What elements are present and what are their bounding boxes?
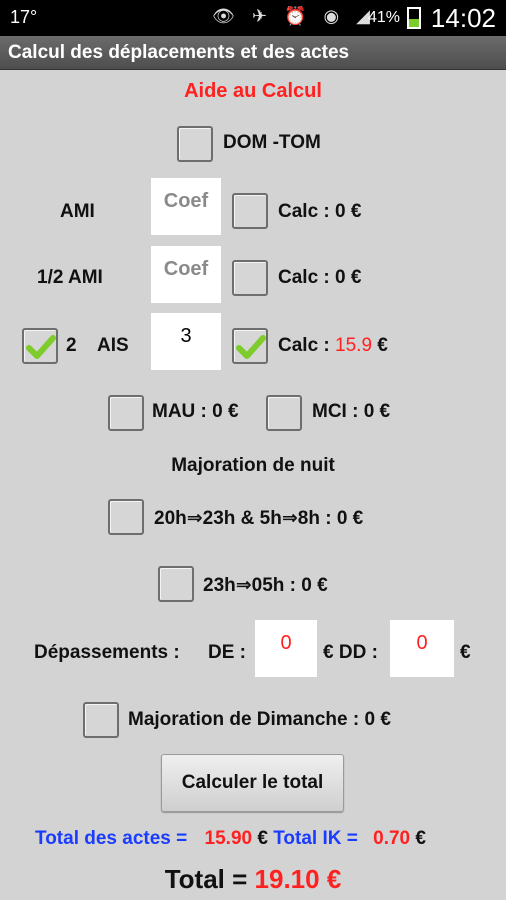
mau-checkbox[interactable] [108,395,144,431]
total-actes-value: 15.90 [204,828,253,849]
battery-percent: 41% [367,9,400,26]
total-actes-label: Total des actes = [35,828,188,849]
status-bar: 17° 👁 ✈ ⏰ ◉ ◢ 41% 14:02 [0,0,506,36]
dimanche-checkbox[interactable] [83,702,119,738]
night-option2-label: 23h⇒05h : 0 € [203,575,328,596]
ais-count: 2 [66,335,77,356]
ais-calc-label: Calc : 15.9 € [278,335,388,357]
ais-checkbox[interactable] [22,328,58,364]
ais-label: AIS [97,335,129,356]
de-input[interactable]: 0 [255,620,317,677]
grand-total: Total = 19.10 € [0,864,506,895]
total-actes-currency: € [257,828,268,849]
dom-tom-label: DOM -TOM [223,132,321,153]
ami-calc-label: Calc : 0 € [278,201,362,222]
weather-indicator: 17° [10,7,38,27]
night-title: Majoration de nuit [171,455,335,476]
mci-checkbox[interactable] [266,395,302,431]
ami-calc-checkbox[interactable] [232,193,268,229]
page-heading: Aide au Calcul [184,80,322,102]
grand-total-value: 19.10 € [254,864,342,894]
total-ik-currency: € [415,828,426,849]
totals-line: Total des actes = 15.90 € Total IK = 0.7… [35,828,426,850]
night-option1-checkbox[interactable] [108,499,144,535]
ais-calc-prefix: Calc : [278,335,330,356]
dd-label: € DD : [323,642,378,663]
ais-value-input[interactable]: 3 [151,313,221,370]
ami-label: AMI [60,201,95,222]
checkmark-icon [236,335,266,359]
half-ami-label: 1/2 AMI [37,267,103,288]
ais-calc-suffix: € [377,335,388,356]
mci-label: MCI : 0 € [312,401,391,422]
ais-calc-value: 15.9 [335,335,373,356]
half-ami-calc-checkbox[interactable] [232,260,268,296]
night-option1-label: 20h⇒23h & 5h⇒8h : 0 € [154,508,364,529]
app-title-bar: Calcul des déplacements et des actes [0,36,506,70]
checkmark-icon [26,335,56,359]
dd-input[interactable]: 0 [390,620,454,677]
calculate-total-button[interactable]: Calculer le total [161,754,344,812]
grand-total-label: Total = [164,864,248,894]
half-ami-calc-label: Calc : 0 € [278,267,362,288]
dimanche-label: Majoration de Dimanche : 0 € [128,709,391,730]
half-ami-coef-input[interactable]: Coef [151,246,221,303]
clock: 14:02 [430,3,496,33]
total-ik-label: Total IK = [273,828,358,849]
de-label: DE : [208,642,246,663]
dom-tom-checkbox[interactable] [177,126,213,162]
ami-coef-input[interactable]: Coef [151,178,221,235]
total-ik-value: 0.70 [373,828,411,849]
mau-label: MAU : 0 € [152,401,239,422]
depassements-label: Dépassements : [34,642,180,663]
battery-icon [407,7,421,29]
dd-currency: € [460,642,471,663]
night-option2-checkbox[interactable] [158,566,194,602]
status-icons: 👁 ✈ ⏰ ◉ ◢ [212,6,376,26]
ais-calc-checkbox[interactable] [232,328,268,364]
